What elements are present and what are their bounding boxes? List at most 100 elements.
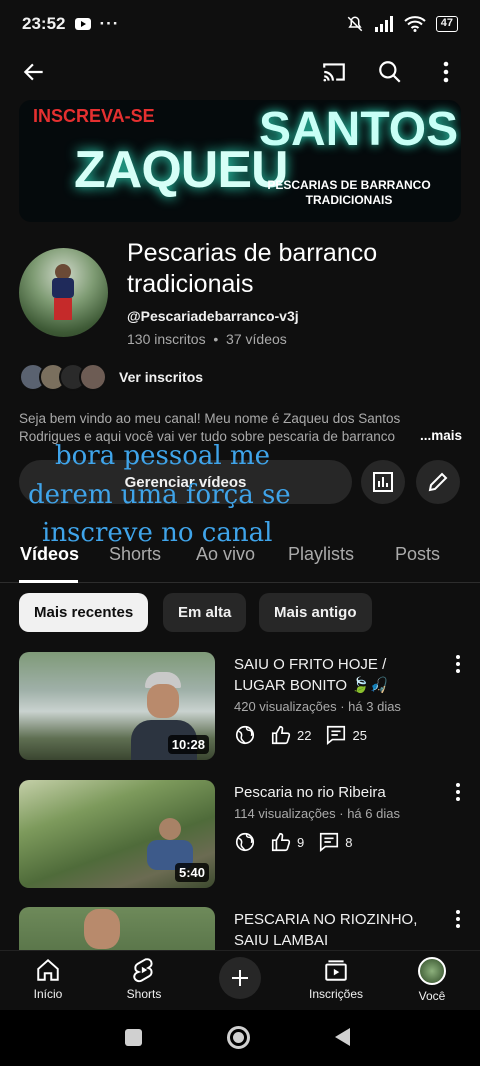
comment-icon — [327, 725, 346, 745]
video-menu-icon[interactable] — [453, 909, 461, 929]
channel-banner: INSCREVA-SE SANTOS ZAQUEU PESCARIAS DE B… — [19, 100, 461, 222]
thumbs-up-icon — [271, 725, 291, 745]
video-meta: 114 visualizações · há 6 dias — [234, 806, 400, 821]
create-button[interactable] — [219, 957, 261, 999]
banner-text-santos: SANTOS — [259, 103, 459, 156]
channel-avatar[interactable] — [19, 248, 108, 337]
chip-popular[interactable]: Em alta — [163, 593, 247, 632]
analytics-button[interactable] — [361, 460, 405, 504]
video-actions: 9 8 — [234, 831, 366, 853]
home-dot — [233, 1032, 244, 1043]
view-subscribers-label: Ver inscritos — [119, 369, 204, 385]
channel-handle: @Pescariadebarranco-v3j — [127, 308, 299, 324]
subscriber-avatar — [79, 363, 107, 391]
nav-shorts-label: Shorts — [126, 987, 162, 1001]
globe-icon — [235, 832, 255, 852]
recents-button[interactable] — [125, 1029, 142, 1046]
thumbnail-person — [84, 909, 120, 949]
battery-indicator: 47 — [435, 16, 458, 32]
back-button[interactable] — [18, 56, 50, 88]
tab-posts[interactable]: Posts — [395, 544, 440, 565]
thumbs-up-icon — [271, 832, 291, 852]
cast-button[interactable] — [318, 56, 350, 88]
analytics-icon — [373, 472, 393, 492]
video-title[interactable]: PESCARIA NO RIOZINHO, SAIU LAMBAI — [234, 909, 439, 950]
active-tab-indicator — [19, 580, 78, 583]
status-time: 23:52 — [22, 14, 66, 33]
like-count-value: 22 — [297, 727, 312, 743]
more-options-button[interactable] — [430, 56, 462, 88]
search-icon — [379, 61, 401, 83]
nav-home[interactable]: Início — [8, 957, 88, 1001]
video-duration: 10:28 — [167, 735, 209, 754]
manage-videos-label: Gerenciar vídeos — [124, 473, 247, 491]
channel-description[interactable]: Seja bem vindo ao meu canal! Meu nome é … — [19, 410, 461, 446]
comment-count-value: 8 — [345, 834, 353, 850]
globe-icon — [235, 725, 255, 745]
nav-shorts[interactable]: Shorts — [104, 957, 184, 1001]
system-navigation — [0, 1010, 480, 1066]
comment-count-value: 25 — [352, 727, 367, 743]
mute-icon — [347, 16, 363, 32]
video-item[interactable]: 10:28 SAIU O FRITO HOJE / LUGAR BONITO 🍃… — [19, 652, 461, 762]
video-title[interactable]: SAIU O FRITO HOJE / LUGAR BONITO 🍃🎣 — [234, 654, 439, 696]
user-avatar — [418, 957, 446, 985]
like-count-value: 9 — [297, 834, 305, 850]
edit-channel-button[interactable] — [416, 460, 460, 504]
like-count[interactable]: 22 — [270, 724, 311, 746]
more-description-link[interactable]: ...mais — [416, 428, 463, 443]
video-meta: 420 visualizações · há 3 dias — [234, 699, 401, 714]
home-system-button[interactable] — [227, 1026, 250, 1049]
video-menu-icon[interactable] — [453, 654, 463, 674]
vertical-dots-icon — [443, 61, 449, 83]
video-thumbnail[interactable]: 5:40 — [19, 780, 215, 888]
tab-live[interactable]: Ao vivo — [196, 544, 255, 565]
video-duration: 5:40 — [174, 863, 209, 882]
shorts-icon — [133, 958, 153, 983]
banner-text-tagline: PESCARIAS DE BARRANCO TRADICIONAIS — [267, 178, 431, 207]
chip-oldest[interactable]: Mais antigo — [259, 593, 372, 632]
signal-icon — [374, 16, 393, 32]
back-arrow-icon — [23, 63, 43, 81]
nav-subscriptions-label: Inscrições — [308, 987, 364, 1001]
video-menu-icon[interactable] — [453, 782, 463, 802]
cast-icon — [323, 63, 345, 82]
channel-tabs: Vídeos Shorts Ao vivo Playlists Posts — [0, 536, 480, 583]
like-count[interactable]: 9 — [270, 831, 304, 853]
chip-latest[interactable]: Mais recentes — [19, 593, 149, 632]
pencil-icon — [428, 472, 448, 492]
nav-home-label: Início — [33, 987, 63, 1001]
manage-videos-button[interactable]: Gerenciar vídeos — [19, 460, 352, 504]
home-icon — [37, 958, 59, 981]
comment-icon — [320, 832, 339, 852]
top-bar — [0, 48, 480, 96]
tab-videos[interactable]: Vídeos — [20, 544, 79, 565]
wifi-icon — [404, 16, 426, 32]
channel-name: Pescarias de barranco tradicionais — [127, 239, 378, 298]
comment-count[interactable]: 8 — [318, 831, 352, 853]
comment-count[interactable]: 25 — [325, 724, 367, 746]
video-thumbnail[interactable] — [19, 907, 215, 950]
more-notifications-icon: ··· — [99, 14, 120, 33]
nav-subscriptions[interactable]: Inscrições — [296, 957, 376, 1001]
subscriptions-icon — [325, 960, 347, 981]
video-title[interactable]: Pescaria no rio Ribeira — [234, 782, 439, 803]
back-triangle-icon[interactable] — [333, 1027, 351, 1047]
video-item[interactable]: 5:40 Pescaria no rio Ribeira 114 visuali… — [19, 780, 461, 890]
visibility-public[interactable] — [234, 831, 256, 853]
channel-stats: 130 inscritos • 37 vídeos — [127, 331, 287, 347]
tab-shorts[interactable]: Shorts — [109, 544, 161, 565]
nav-you[interactable]: Você — [392, 957, 472, 1003]
view-subscribers-row[interactable]: Ver inscritos — [19, 363, 203, 391]
status-bar: 23:52 ··· 47 — [0, 0, 480, 48]
search-button[interactable] — [374, 56, 406, 88]
youtube-notification-icon — [75, 18, 92, 30]
tab-playlists[interactable]: Playlists — [288, 544, 354, 565]
bottom-navigation: Início Shorts Inscrições Você — [0, 950, 480, 1010]
video-actions: 22 25 — [234, 724, 381, 746]
video-thumbnail[interactable]: 10:28 — [19, 652, 215, 760]
nav-you-label: Você — [418, 989, 446, 1003]
banner-text-subscribe: INSCREVA-SE — [33, 106, 155, 126]
visibility-public[interactable] — [234, 724, 256, 746]
video-item[interactable]: PESCARIA NO RIOZINHO, SAIU LAMBAI — [19, 907, 461, 950]
